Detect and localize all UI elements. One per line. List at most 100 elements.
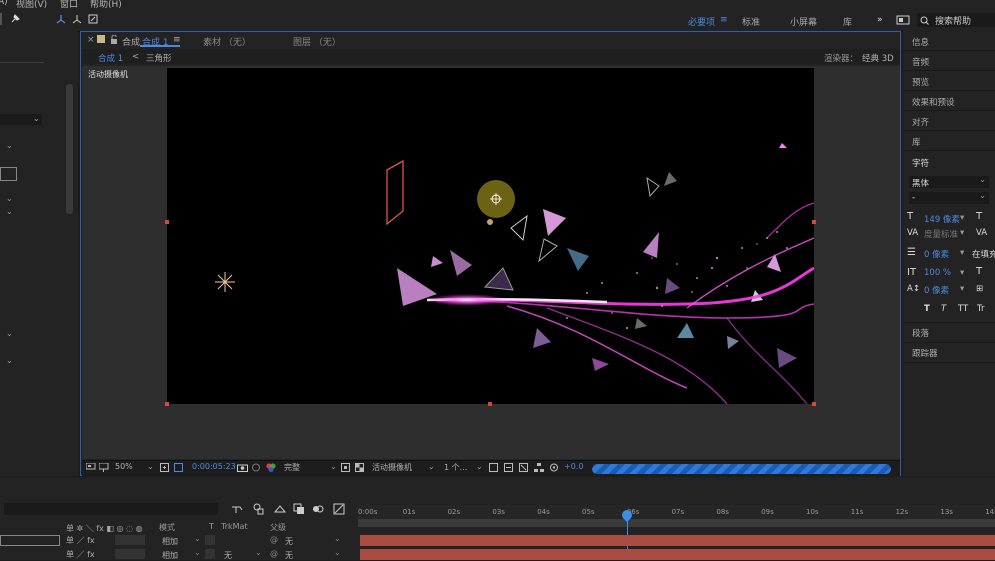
layer-duration-bar[interactable] — [360, 549, 995, 560]
comp-panel-menu-icon[interactable]: ≡ — [173, 35, 181, 45]
layer-switches[interactable]: 单 ／ fx — [66, 549, 95, 560]
show-snapshot-icon[interactable] — [251, 463, 261, 472]
chevron-down-icon[interactable]: ⌄ — [194, 534, 201, 543]
selection-handle[interactable] — [488, 402, 492, 406]
workspace-library[interactable]: 库 — [843, 15, 852, 28]
layer-trkmat-select[interactable]: 无 — [224, 550, 232, 561]
dropdown-arrow-icon[interactable]: ▾ — [960, 284, 964, 294]
chevron-down-icon[interactable]: ⌄ — [428, 462, 435, 471]
chevron-down-icon[interactable]: ⌄ — [6, 207, 13, 216]
left-scrollbar[interactable] — [66, 84, 73, 214]
pickwhip-icon[interactable]: @ — [270, 549, 278, 558]
chevron-down-icon[interactable]: ⌄ — [476, 462, 483, 471]
pickwhip-icon[interactable]: @ — [270, 535, 278, 544]
selection-handle[interactable] — [165, 220, 169, 224]
layer-name-field[interactable] — [0, 535, 60, 546]
chevron-down-icon[interactable]: ⌄ — [255, 548, 262, 557]
work-area-bar[interactable] — [358, 519, 995, 527]
dropdown-arrow-icon[interactable]: ▾ — [960, 268, 964, 278]
safe-zones-icon[interactable] — [160, 463, 170, 472]
comp-canvas[interactable] — [167, 68, 814, 404]
workspace-menu-icon[interactable]: ≡ — [720, 15, 728, 25]
chevron-down-icon[interactable]: ⌄ — [334, 534, 341, 543]
pixel-aspect-icon[interactable] — [489, 463, 499, 472]
graph-editor-icon[interactable] — [333, 503, 345, 515]
selection-handle[interactable] — [812, 402, 816, 406]
layer-parent-select[interactable]: 无 — [285, 536, 293, 547]
world-axis-icon[interactable] — [71, 13, 83, 25]
layer-parent-select[interactable]: 无 — [285, 550, 293, 561]
breadcrumb-comp1[interactable]: 合成 1 — [98, 52, 123, 64]
draft-3d-icon[interactable] — [252, 503, 264, 515]
selection-handle[interactable] — [812, 220, 816, 224]
layer-trkmat-toggle[interactable] — [205, 535, 215, 545]
screen-icon[interactable] — [896, 15, 910, 25]
view-axis-icon[interactable] — [87, 13, 99, 25]
panel-library[interactable]: 库 — [912, 136, 921, 148]
snapshot-icon[interactable] — [237, 463, 248, 472]
left-dropdown[interactable]: ⌄ — [0, 114, 42, 125]
font-size-value[interactable]: 149 像素 — [924, 213, 960, 225]
all-caps-button[interactable]: TT — [958, 304, 968, 314]
chevron-down-icon[interactable]: ⌄ — [979, 175, 986, 185]
panel-effects-presets[interactable]: 效果和预设 — [912, 96, 955, 108]
comp-tab-prefix[interactable]: 合成 — [122, 35, 140, 48]
transparency-grid-icon[interactable] — [355, 463, 365, 472]
motion-blur-icon[interactable] — [312, 503, 324, 515]
chevron-down-icon[interactable]: ⌄ — [147, 462, 154, 471]
color-channels-icon[interactable] — [266, 463, 276, 472]
tab-footage[interactable]: 素材 （无） — [203, 35, 251, 48]
layer-duration-bar[interactable] — [360, 535, 995, 546]
panel-preview[interactable]: 预览 — [912, 76, 929, 88]
horizontal-scale-icon[interactable]: T — [976, 266, 982, 277]
display-icon[interactable] — [86, 463, 96, 472]
view-layout-select[interactable]: 1 个... — [444, 462, 467, 473]
view-select[interactable]: 活动摄像机 — [372, 462, 412, 473]
comp-mini-flowchart-icon[interactable] — [231, 504, 243, 514]
stroke-width-value[interactable]: 0 像素 — [924, 248, 949, 260]
layer-switch-boxes[interactable] — [115, 549, 145, 559]
exposure-value[interactable]: +0.0 — [564, 462, 583, 471]
panel-info[interactable]: 信息 — [912, 36, 929, 48]
monitor-icon[interactable] — [99, 463, 109, 472]
pin-tool-icon[interactable] — [9, 13, 21, 25]
layer-search-input[interactable] — [4, 503, 218, 515]
panel-align[interactable]: 对齐 — [912, 116, 929, 128]
faux-bold-button[interactable]: T — [924, 304, 930, 314]
comp-flowchart-icon[interactable] — [519, 463, 529, 472]
workspace-essentials[interactable]: 必要项 — [688, 15, 715, 28]
tsume-icon[interactable]: ⊞ — [976, 284, 983, 294]
selection-handle[interactable] — [165, 402, 169, 406]
chevron-down-icon[interactable]: ⌄ — [334, 548, 341, 557]
dropdown-arrow-icon[interactable]: ▾ — [960, 228, 964, 238]
help-search-box[interactable]: 搜索帮助 — [917, 13, 995, 27]
baseline-shift-value[interactable]: 0 像素 — [924, 284, 949, 296]
chevron-down-icon[interactable]: ⌄ — [6, 141, 13, 150]
layer-trkmat-toggle[interactable] — [205, 549, 215, 559]
flowchart-icon[interactable] — [534, 463, 544, 472]
close-icon[interactable]: × — [87, 35, 95, 45]
left-input-box[interactable] — [0, 167, 17, 181]
workspace-standard[interactable]: 标准 — [742, 15, 760, 28]
panel-audio[interactable]: 音频 — [912, 56, 929, 68]
panel-paragraph[interactable]: 段落 — [912, 327, 929, 339]
tracking-icon[interactable]: VA — [976, 228, 987, 238]
chevron-down-icon[interactable]: ⌄ — [6, 194, 13, 203]
leading-icon[interactable]: T — [976, 211, 982, 222]
zoom-level[interactable]: 50% — [115, 462, 133, 471]
vertical-scale-value[interactable]: 100 % — [924, 268, 951, 278]
resolution-select[interactable]: 完整 — [284, 462, 300, 473]
chevron-down-icon[interactable]: ⌄ — [979, 191, 986, 201]
stroke-fill-select[interactable]: 在填充 — [972, 248, 995, 260]
workspace-small-screen[interactable]: 小屏幕 — [790, 15, 817, 28]
timeline-icon[interactable] — [504, 463, 514, 472]
reset-exposure-icon[interactable] — [549, 463, 559, 472]
layer-switches[interactable]: 单 ／ fx — [66, 535, 95, 546]
faux-italic-button[interactable]: T — [941, 304, 946, 314]
chevron-down-icon[interactable]: ⌄ — [194, 548, 201, 557]
menu-item-a[interactable]: A) — [0, 0, 8, 7]
lock-icon[interactable] — [110, 35, 118, 44]
tab-layer[interactable]: 图层 （无） — [293, 35, 341, 48]
panel-character[interactable]: 字符 — [912, 157, 929, 169]
small-caps-button[interactable]: Tr — [977, 304, 984, 314]
